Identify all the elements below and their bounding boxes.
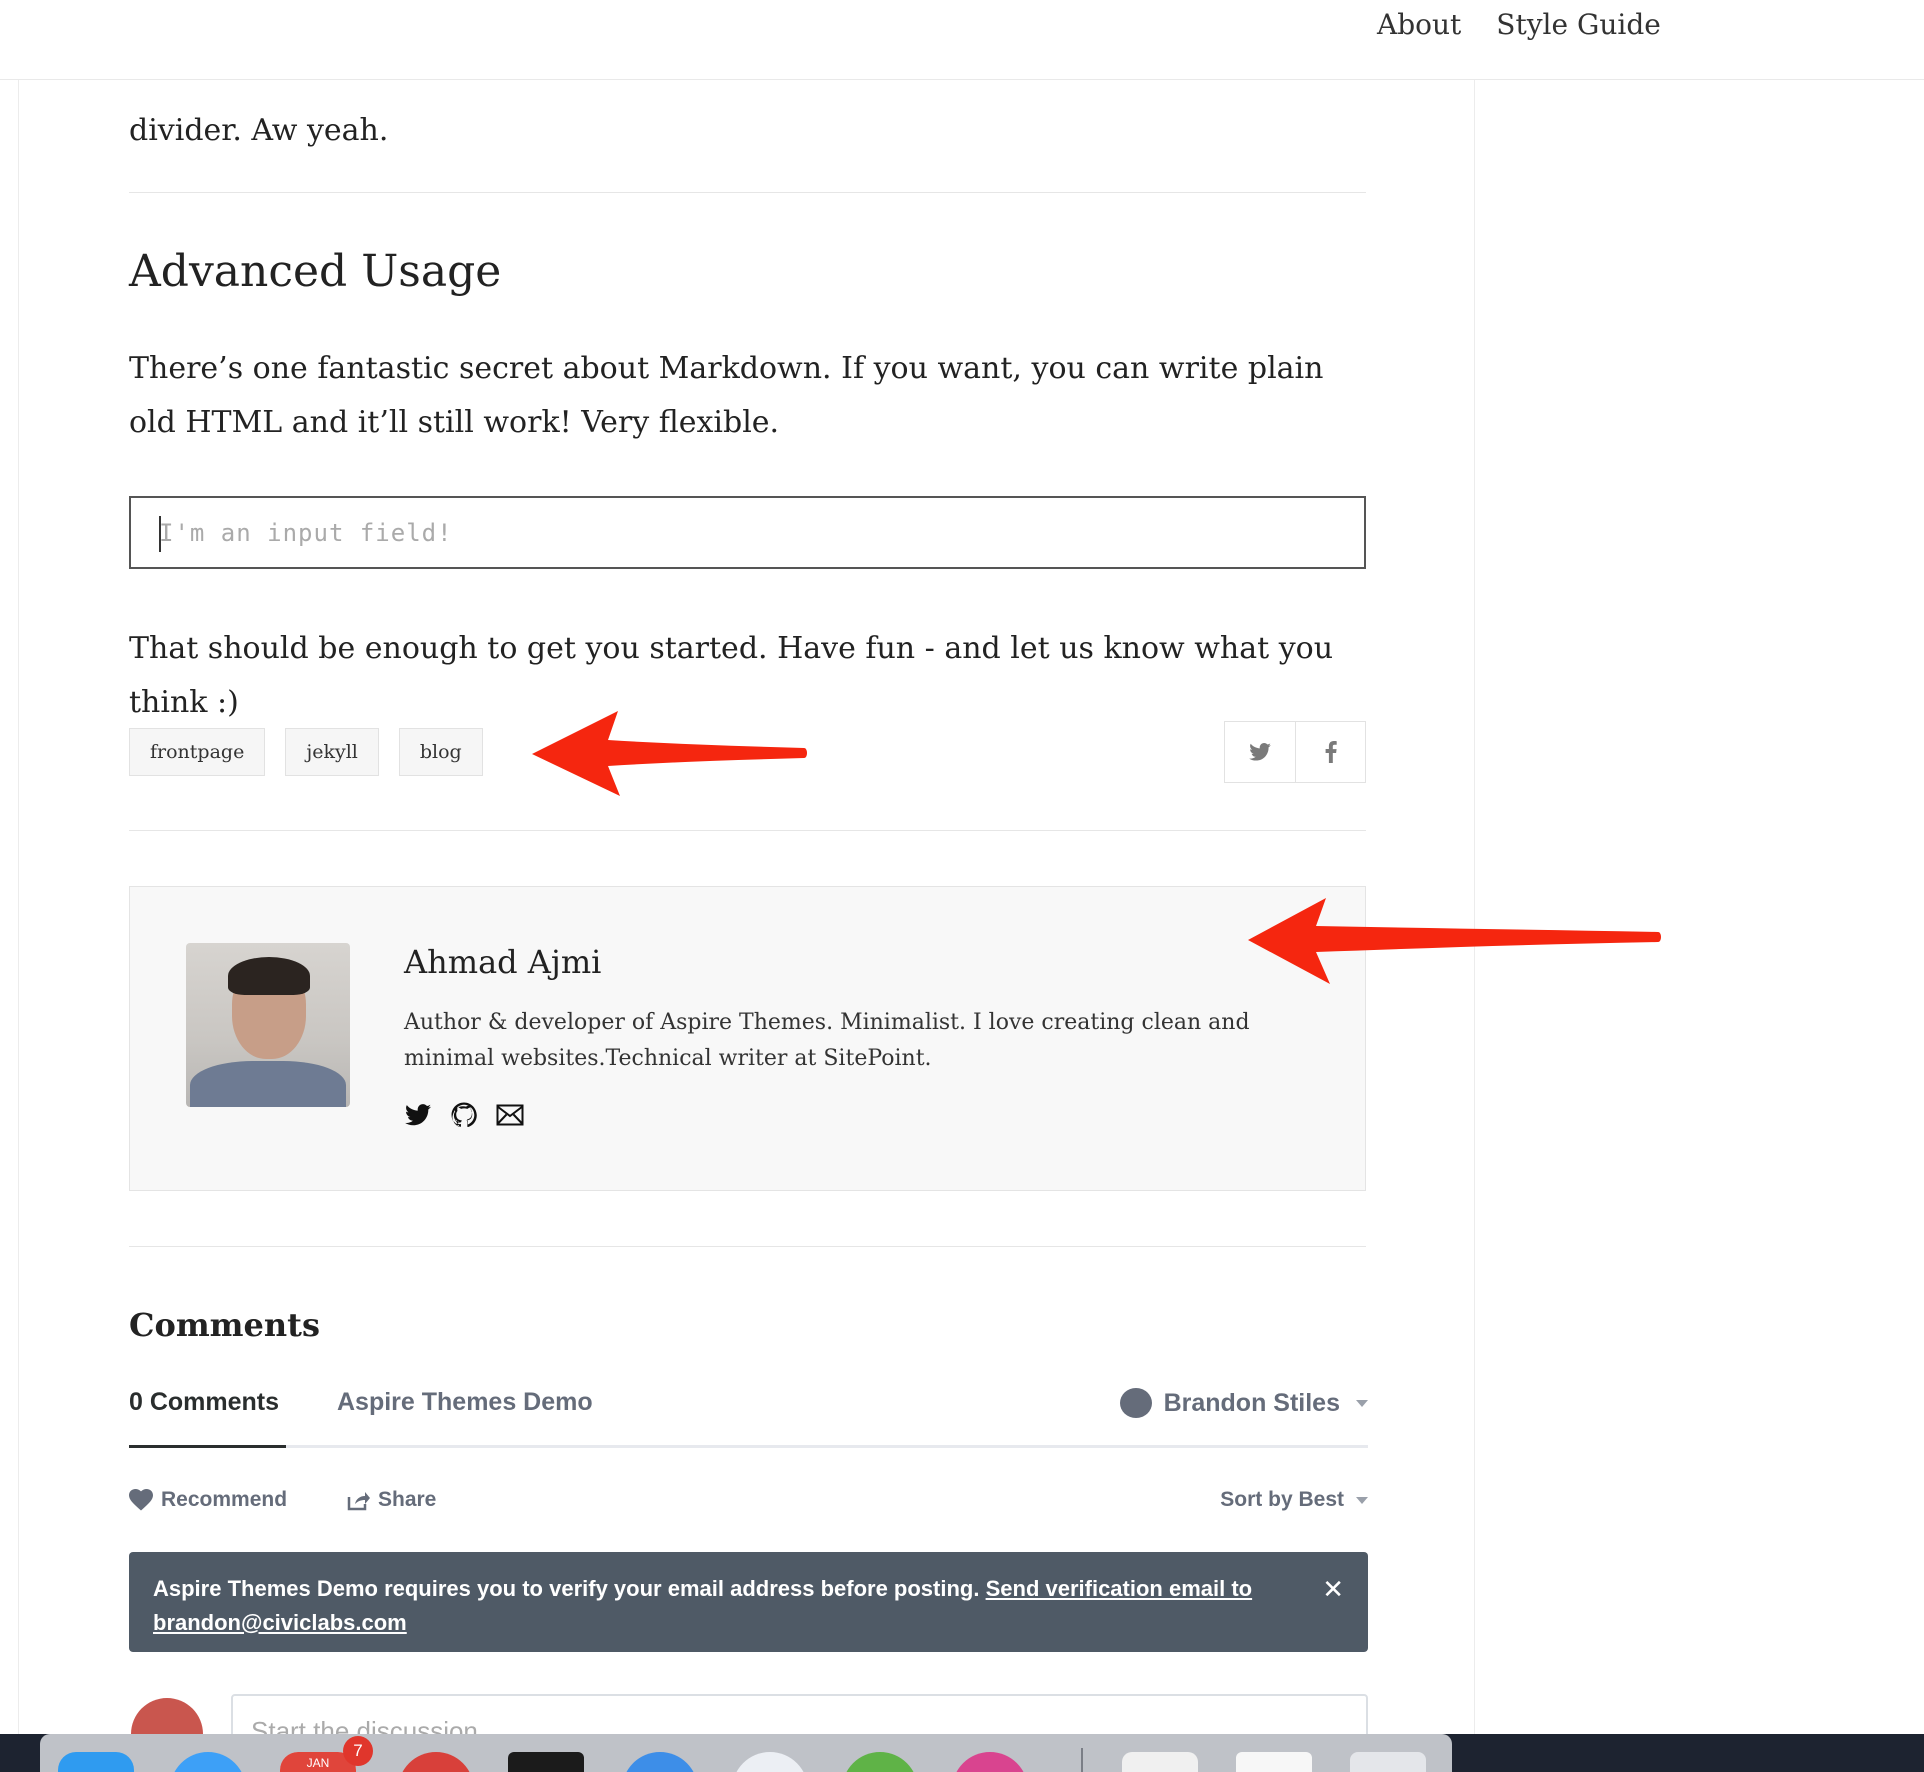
documents-icon[interactable] (1236, 1752, 1312, 1772)
main-nav: About Style Guide (1377, 8, 1661, 41)
annotation-arrow-author (1248, 898, 1661, 984)
calendar-badge: 7 (343, 1736, 373, 1766)
author-bio: Author & developer of Aspire Themes. Min… (404, 1010, 1250, 1071)
messages-icon[interactable] (842, 1752, 918, 1772)
nav-style-guide-link[interactable]: Style Guide (1496, 8, 1661, 41)
dock-separator (1081, 1748, 1083, 1772)
divider (129, 830, 1366, 831)
finder-icon[interactable] (58, 1752, 134, 1772)
trash-icon[interactable] (1350, 1752, 1426, 1772)
recommend-button[interactable]: Recommend (129, 1488, 287, 1512)
twitter-share-button[interactable] (1225, 722, 1295, 782)
author-avatar (186, 943, 350, 1107)
section-heading: Advanced Usage (129, 246, 502, 297)
app-icon[interactable] (398, 1752, 474, 1772)
facebook-icon (1325, 741, 1337, 763)
annotation-arrow-tags (532, 711, 807, 796)
user-menu[interactable]: Brandon Stiles (1119, 1388, 1368, 1418)
sort-dropdown[interactable]: Sort by Best (1220, 1488, 1368, 1512)
safari-icon[interactable] (622, 1752, 698, 1772)
user-avatar-icon (1119, 1388, 1152, 1418)
mail-icon (496, 1104, 524, 1126)
twitter-icon (405, 1104, 431, 1126)
tab-comments-count[interactable]: 0 Comments (129, 1388, 279, 1417)
clock-icon[interactable] (732, 1752, 808, 1772)
author-name: Ahmad Ajmi (404, 943, 602, 981)
paragraph-tail: divider. Aw yeah. (129, 113, 389, 148)
author-github-link[interactable] (450, 1101, 478, 1129)
post-tags: frontpage jekyll blog (129, 728, 483, 776)
github-icon (451, 1102, 477, 1128)
paragraph-html: There’s one fantastic secret about Markd… (129, 351, 1324, 440)
author-box: Ahmad Ajmi Author & developer of Aspire … (129, 886, 1366, 1191)
site-header: About Style Guide (0, 0, 1924, 80)
share-icon (347, 1492, 370, 1511)
tag-jekyll[interactable]: jekyll (285, 728, 379, 776)
demo-input[interactable] (131, 498, 1364, 567)
alert-message: Aspire Themes Demo requires you to verif… (153, 1576, 980, 1601)
chevron-down-icon (1356, 1399, 1368, 1407)
twitter-icon (1249, 743, 1271, 761)
close-icon[interactable]: ✕ (1322, 1572, 1344, 1606)
tab-community[interactable]: Aspire Themes Demo (337, 1388, 593, 1417)
verify-email-alert: Aspire Themes Demo requires you to verif… (129, 1552, 1368, 1652)
author-social-links (404, 1101, 524, 1129)
comments-heading: Comments (129, 1306, 320, 1344)
disqus-tabs: 0 Comments Aspire Themes Demo Brandon St… (129, 1388, 1368, 1448)
music-icon[interactable] (952, 1752, 1028, 1772)
macos-dock: JAN 7 (40, 1734, 1452, 1772)
siri-icon[interactable] (170, 1752, 246, 1772)
user-name: Brandon Stiles (1163, 1388, 1340, 1417)
chevron-down-icon (1356, 1496, 1368, 1504)
share-thread-button[interactable]: Share (346, 1488, 436, 1512)
share-label: Share (378, 1488, 437, 1511)
recommend-label: Recommend (161, 1488, 288, 1511)
sort-label: Sort by Best (1220, 1488, 1344, 1511)
divider (129, 192, 1366, 193)
heart-icon (129, 1489, 153, 1511)
facebook-share-button[interactable] (1295, 722, 1365, 782)
tag-blog[interactable]: blog (398, 728, 483, 776)
author-email-link[interactable] (496, 1101, 524, 1129)
demo-input-field[interactable] (129, 496, 1366, 569)
preview-icon[interactable] (1122, 1752, 1198, 1772)
share-buttons (1224, 721, 1366, 783)
tag-frontpage[interactable]: frontpage (129, 728, 266, 776)
text-caret (159, 516, 161, 552)
nav-about-link[interactable]: About (1377, 8, 1461, 41)
active-tab-underline (129, 1445, 286, 1448)
terminal-icon[interactable] (508, 1752, 584, 1772)
author-twitter-link[interactable] (404, 1101, 432, 1129)
divider (129, 1246, 1366, 1247)
disqus-actions: Recommend Share Sort by Best (129, 1488, 1368, 1524)
